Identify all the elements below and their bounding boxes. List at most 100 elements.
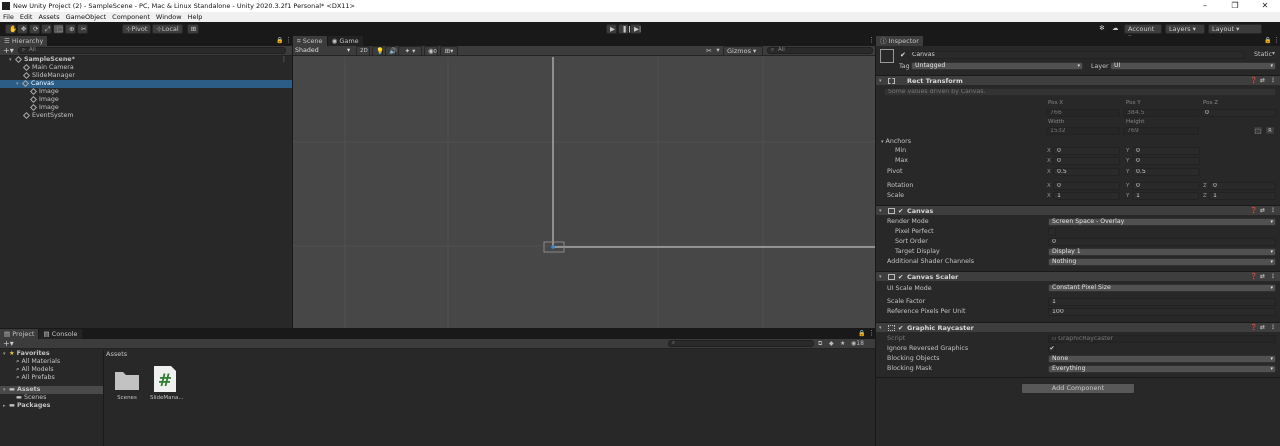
favorites-row[interactable]: ▾ ★ Favorites — [0, 350, 103, 358]
pivot-x-field[interactable]: 0.5 — [1053, 168, 1120, 176]
hierarchy-search-input[interactable]: ⌕ All — [18, 47, 286, 54]
static-dropdown-icon[interactable]: ▾ — [1272, 50, 1275, 57]
target-display-dropdown[interactable]: Display 1 — [1048, 248, 1276, 256]
close-button[interactable]: ✕ — [1250, 0, 1280, 12]
favorite-star-icon[interactable]: ★ — [840, 339, 845, 348]
hierarchy-item[interactable]: SlideManager — [0, 71, 292, 80]
help-icon[interactable]: ❓ — [1250, 272, 1257, 282]
tab-inspector[interactable]: ⓘ Inspector — [876, 36, 924, 46]
project-menu-icon[interactable]: ⋮ — [868, 329, 875, 337]
help-icon[interactable]: ❓ — [1250, 206, 1257, 216]
inspector-menu-icon[interactable]: ⋮ — [1273, 36, 1280, 44]
tab-console[interactable]: ▤ Console — [39, 329, 83, 339]
component-menu-icon[interactable]: ⋮ — [1270, 206, 1276, 216]
hierarchy-item[interactable]: ▾ Canvas — [0, 79, 292, 88]
hidden-packages-icon[interactable]: ◉18 — [851, 339, 864, 348]
lighting-icon[interactable]: 💡 — [372, 46, 384, 56]
hierarchy-item[interactable]: EventSystem — [0, 111, 292, 120]
scene-menu-icon[interactable]: ⋮ — [868, 36, 875, 44]
play-icon[interactable]: ▶ — [606, 24, 617, 34]
add-component-button[interactable]: Add Component — [1021, 383, 1135, 394]
scale-y-field[interactable]: 1 — [1132, 192, 1199, 200]
anchor-min-x-field[interactable]: 0 — [1053, 147, 1120, 155]
rotation-z-field[interactable]: 0 — [1209, 182, 1276, 190]
scene-viewport[interactable] — [293, 57, 875, 328]
scene-menu-icon[interactable]: ⋮ — [281, 56, 287, 64]
scale-z-field[interactable]: 1 — [1209, 192, 1276, 200]
expand-arrow-icon[interactable]: ▾ — [9, 56, 15, 64]
shading-mode-dropdown[interactable]: Shaded ▾ — [295, 47, 353, 55]
expand-arrow-icon[interactable]: ▾ — [16, 80, 22, 88]
component-enabled-checkbox[interactable]: ✔ — [898, 207, 903, 215]
move-tool-icon[interactable]: ✥ — [17, 24, 28, 34]
menu-gameobject[interactable]: GameObject — [66, 13, 107, 21]
menu-component[interactable]: Component — [112, 13, 150, 21]
favorite-item[interactable]: ⌕ All Materials — [0, 358, 103, 366]
ref-ppu-field[interactable]: 100 — [1048, 308, 1276, 316]
graphic-raycaster-header[interactable]: ▾ ✔ Graphic Raycaster ❓ ⇄ ⋮ — [876, 322, 1280, 332]
hierarchy-item[interactable]: Main Camera — [0, 63, 292, 72]
tag-dropdown[interactable]: Untagged — [911, 62, 1083, 70]
component-enabled-checkbox[interactable]: ✔ — [898, 273, 903, 281]
hierarchy-item[interactable]: Image — [0, 103, 292, 112]
camera-settings-dropdown[interactable]: ⊞▾ — [440, 46, 458, 56]
pivot-toggle-button[interactable]: ⊹Pivot — [122, 24, 152, 34]
scale-factor-field[interactable]: 1 — [1048, 298, 1276, 306]
blocking-objects-dropdown[interactable]: None — [1048, 355, 1276, 363]
scene-search-input[interactable]: ⌕ All — [767, 47, 873, 54]
component-menu-icon[interactable]: ⋮ — [1270, 323, 1276, 333]
packages-folder-row[interactable]: ▸ ▬ Packages — [0, 402, 103, 410]
rect-transform-header[interactable]: ▾ Rect Transform ❓ ⇄ ⋮ — [876, 75, 1280, 85]
tab-scene[interactable]: ⌗ Scene — [293, 36, 328, 46]
blueprint-mode-icon[interactable]: ⬚ — [1253, 126, 1263, 135]
hand-tool-icon[interactable]: ✋ — [5, 24, 17, 34]
preset-icon[interactable]: ⇄ — [1260, 76, 1265, 86]
preset-icon[interactable]: ⇄ — [1260, 272, 1265, 282]
anchor-min-y-field[interactable]: 0 — [1132, 147, 1200, 155]
favorite-item[interactable]: ⌕ All Models — [0, 366, 103, 374]
filter-label-icon[interactable]: ◆ — [829, 339, 834, 348]
rotation-x-field[interactable]: 0 — [1053, 182, 1120, 190]
rotate-tool-icon[interactable]: ⟳ — [29, 24, 40, 34]
menu-file[interactable]: File — [3, 13, 14, 21]
blocking-mask-dropdown[interactable]: Everything — [1048, 365, 1276, 373]
menu-window[interactable]: Window — [156, 13, 182, 21]
tools-dropdown-icon[interactable]: ▾ — [715, 46, 721, 56]
sort-order-field[interactable]: 0 — [1048, 238, 1276, 246]
local-toggle-button[interactable]: ⊹Local — [152, 24, 183, 34]
canvas-scaler-header[interactable]: ▾ ✔ Canvas Scaler ❓ ⇄ ⋮ — [876, 271, 1280, 281]
create-add-button[interactable]: +▾ — [3, 46, 14, 55]
assets-folder-row[interactable]: ▾ ▬ Assets — [0, 386, 103, 394]
assets-breadcrumb[interactable]: Assets — [106, 350, 127, 358]
tab-game[interactable]: ◉ Game — [327, 36, 364, 46]
help-icon[interactable]: ❓ — [1250, 76, 1257, 86]
canvas-component-header[interactable]: ▾ ✔ Canvas ❓ ⇄ ⋮ — [876, 205, 1280, 215]
hierarchy-item[interactable]: Image — [0, 87, 292, 96]
ui-scale-mode-dropdown[interactable]: Constant Pixel Size — [1048, 284, 1276, 292]
audio-icon[interactable]: 🔊 — [385, 46, 397, 56]
shader-channels-dropdown[interactable]: Nothing — [1048, 258, 1276, 266]
object-name-field[interactable]: Canvas — [908, 51, 1244, 59]
pause-icon[interactable]: ❚❚ — [618, 24, 633, 34]
help-icon[interactable]: ❓ — [1250, 323, 1257, 333]
restore-button[interactable]: ❐ — [1220, 0, 1250, 12]
filter-type-icon[interactable]: ⧉ — [818, 339, 822, 348]
favorite-item[interactable]: ⌕ All Prefabs — [0, 374, 103, 382]
ignore-reversed-checkbox[interactable]: ✔ — [1048, 345, 1056, 353]
panel-menu-icon[interactable]: ⋮ — [285, 36, 292, 44]
pos-z-field[interactable]: 0 — [1201, 109, 1276, 117]
raw-edit-button[interactable]: R — [1265, 126, 1275, 135]
asset-folder-scenes[interactable]: Scenes — [112, 367, 142, 401]
render-mode-dropdown[interactable]: Screen Space - Overlay — [1048, 218, 1276, 226]
component-enabled-checkbox[interactable]: ✔ — [898, 324, 903, 332]
layer-dropdown[interactable]: UI — [1110, 62, 1276, 70]
lock-icon[interactable]: 🔒 — [276, 37, 283, 44]
project-create-button[interactable]: +▾ — [3, 339, 14, 348]
mode-2d-toggle[interactable]: 2D — [356, 46, 370, 56]
scene-row[interactable]: ▾ SampleScene* ⋮ — [0, 55, 292, 64]
project-search-input[interactable]: ⌕ — [668, 340, 814, 347]
anchors-row[interactable]: ▾ Anchors — [881, 138, 911, 145]
scenes-folder-row[interactable]: ▬ Scenes — [0, 394, 103, 402]
menu-edit[interactable]: Edit — [20, 13, 33, 21]
anchor-max-x-field[interactable]: 0 — [1053, 157, 1120, 165]
